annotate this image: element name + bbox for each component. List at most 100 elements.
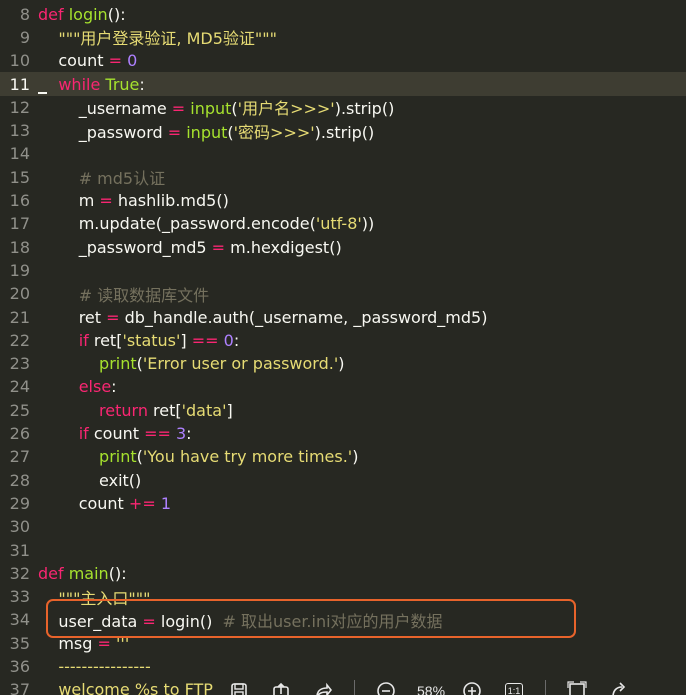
code-editor[interactable]: 8 def login(): 9 """用户登录验证, MD5验证""" 10 cou…: [0, 0, 686, 695]
rotate-icon[interactable]: [608, 680, 630, 695]
code-token: count: [38, 493, 129, 513]
line-number: 18: [9, 237, 30, 257]
code-token: 'You have try more times.': [142, 447, 353, 467]
code-token: ).strip(): [334, 99, 395, 119]
fit-icon[interactable]: [566, 680, 588, 695]
code-line[interactable]: 10 count = 0: [0, 49, 686, 72]
code-token: ():: [108, 563, 127, 583]
code-line[interactable]: 36 ----------------: [0, 655, 686, 678]
code-line[interactable]: 15 # md5认证: [0, 166, 686, 189]
code-line[interactable]: 29 count += 1: [0, 492, 686, 515]
line-number: 29: [9, 493, 30, 513]
code-token: 0: [223, 330, 234, 350]
code-token: :: [111, 377, 117, 397]
code-token: if: [78, 330, 89, 350]
code-token: ret[: [147, 400, 182, 420]
zoom-out-icon[interactable]: [375, 680, 397, 695]
code-line[interactable]: 24 else:: [0, 375, 686, 398]
code-line[interactable]: 13 _password = input('密码>>>').strip(): [0, 119, 686, 142]
code-line[interactable]: 18 _password_md5 = m.hexdigest(): [0, 236, 686, 259]
actual-size-label: 1:1: [504, 683, 524, 695]
line-number: 24: [9, 377, 30, 397]
code-token: _password_md5: [38, 237, 212, 257]
line-number: 31: [9, 540, 30, 560]
code-text: _password_md5 = m.hexdigest(): [38, 238, 342, 257]
line-number: 10: [9, 51, 30, 71]
code-token: 'status': [122, 330, 181, 350]
code-text: return ret['data']: [38, 401, 233, 420]
code-line[interactable]: 27 print('You have try more times.'): [0, 445, 686, 468]
code-line[interactable]: 12 _username = input('用户名>>>').strip(): [0, 96, 686, 119]
code-token: ).strip(): [314, 122, 375, 142]
code-text: # 读取数据库文件: [38, 282, 210, 306]
code-token: ): [352, 447, 359, 467]
code-line[interactable]: 11 while True:: [0, 72, 686, 96]
code-token: m: [38, 191, 100, 211]
zoom-in-icon[interactable]: [461, 680, 483, 695]
code-line[interactable]: 26 if count == 3:: [0, 422, 686, 445]
code-line[interactable]: 8 def login():: [0, 3, 686, 26]
actual-size-icon[interactable]: 1:1: [503, 680, 525, 695]
line-number: 35: [9, 633, 30, 653]
code-text: _password = input('密码>>>').strip(): [38, 119, 375, 143]
code-line[interactable]: 21 ret = db_handle.auth(_username, _pass…: [0, 305, 686, 328]
code-line[interactable]: 14: [0, 142, 686, 165]
code-text: m = hashlib.md5(): [38, 191, 229, 210]
code-line[interactable]: 19: [0, 259, 686, 282]
code-token: """用户登录验证, MD5验证""": [58, 29, 277, 49]
code-line[interactable]: 28 exit(): [0, 469, 686, 492]
code-line[interactable]: 25 return ret['data']: [0, 399, 686, 422]
code-token: input: [190, 99, 232, 119]
code-line[interactable]: 17 m.update(_password.encode('utf-8')): [0, 212, 686, 235]
code-token: =: [108, 51, 122, 71]
code-text: ----------------: [38, 657, 150, 676]
code-token: :: [186, 424, 192, 444]
code-line[interactable]: 16 m = hashlib.md5(): [0, 189, 686, 212]
line-number: 8: [19, 4, 30, 24]
code-line[interactable]: 32 def main():: [0, 562, 686, 585]
code-line[interactable]: 22 if ret['status'] == 0:: [0, 329, 686, 352]
line-number: 28: [9, 470, 30, 490]
line-number: 27: [9, 447, 30, 467]
code-token: main: [68, 563, 109, 583]
line-number: 14: [9, 144, 30, 164]
share-icon[interactable]: [270, 680, 292, 695]
forward-icon[interactable]: [312, 680, 334, 695]
code-token: # 读取数据库文件: [38, 285, 210, 305]
code-line[interactable]: 31: [0, 538, 686, 561]
code-token: def: [38, 563, 69, 583]
code-token: return: [99, 400, 148, 420]
code-token: input: [186, 122, 228, 142]
code-token: db_handle.auth(_username, _password_md5): [119, 307, 488, 327]
code-line[interactable]: 20 # 读取数据库文件: [0, 282, 686, 305]
code-token: print: [99, 447, 137, 467]
line-number: 37: [9, 680, 30, 695]
code-text: count += 1: [38, 494, 171, 513]
image-viewer-toolbar: 58% 1:1: [228, 676, 668, 695]
code-token: =: [171, 99, 186, 119]
code-token: 'utf-8': [315, 214, 362, 234]
code-line[interactable]: 23 print('Error user or password.'): [0, 352, 686, 375]
code-text: print('You have try more times.'): [38, 447, 358, 466]
code-text: m.update(_password.encode('utf-8')): [38, 214, 375, 234]
save-icon[interactable]: [228, 680, 250, 695]
code-token: count: [88, 424, 145, 444]
code-text: welcome %s to FTP: [38, 680, 213, 695]
code-token: while: [58, 74, 101, 94]
code-text: """用户登录验证, MD5验证""": [38, 25, 277, 49]
line-number: 19: [9, 260, 30, 280]
line-number: 36: [9, 657, 30, 677]
code-line[interactable]: 30: [0, 515, 686, 538]
code-token: _username: [38, 99, 172, 119]
code-text: if count == 3:: [38, 424, 192, 443]
text-cursor: [38, 91, 47, 94]
toolbar-separator: [354, 680, 355, 695]
code-token: True: [105, 74, 140, 94]
code-token: welcome %s to FTP: [38, 680, 213, 695]
code-line[interactable]: 9 """用户登录验证, MD5验证""": [0, 26, 686, 49]
